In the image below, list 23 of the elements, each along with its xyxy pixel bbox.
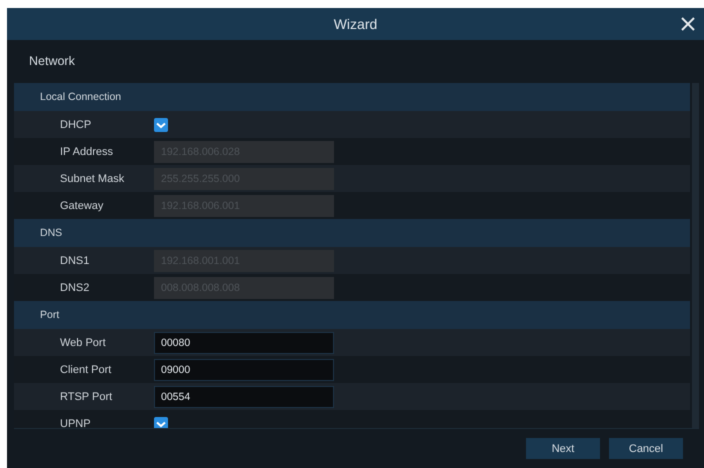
field-label: Web Port [59,336,107,348]
checkbox[interactable] [154,118,168,132]
input-field[interactable]: 00554 [154,386,334,408]
page-title: Network [28,53,76,70]
field-label: DNS2 [59,282,90,294]
next-button[interactable]: Next [526,438,600,459]
field-label: Gateway [59,200,104,212]
field-label: DHCP [59,118,92,130]
field-label: IP Address [59,146,114,158]
input-field[interactable]: 00080 [154,332,334,354]
field-label: DNS1 [59,254,90,266]
section-title: Local Connection [40,91,122,103]
cancel-button[interactable]: Cancel [609,438,683,459]
section-title: Port [40,309,60,321]
close-icon[interactable] [680,16,696,32]
window-title: Wizard [334,16,378,32]
checkbox[interactable] [154,416,168,428]
field-label: RTSP Port [59,390,114,402]
section-title: DNS [40,227,62,239]
input-field[interactable]: 09000 [154,358,334,380]
field-label: UPNP [59,418,92,428]
field-label: Subnet Mask [59,172,126,184]
field-label: Client Port [59,364,112,376]
